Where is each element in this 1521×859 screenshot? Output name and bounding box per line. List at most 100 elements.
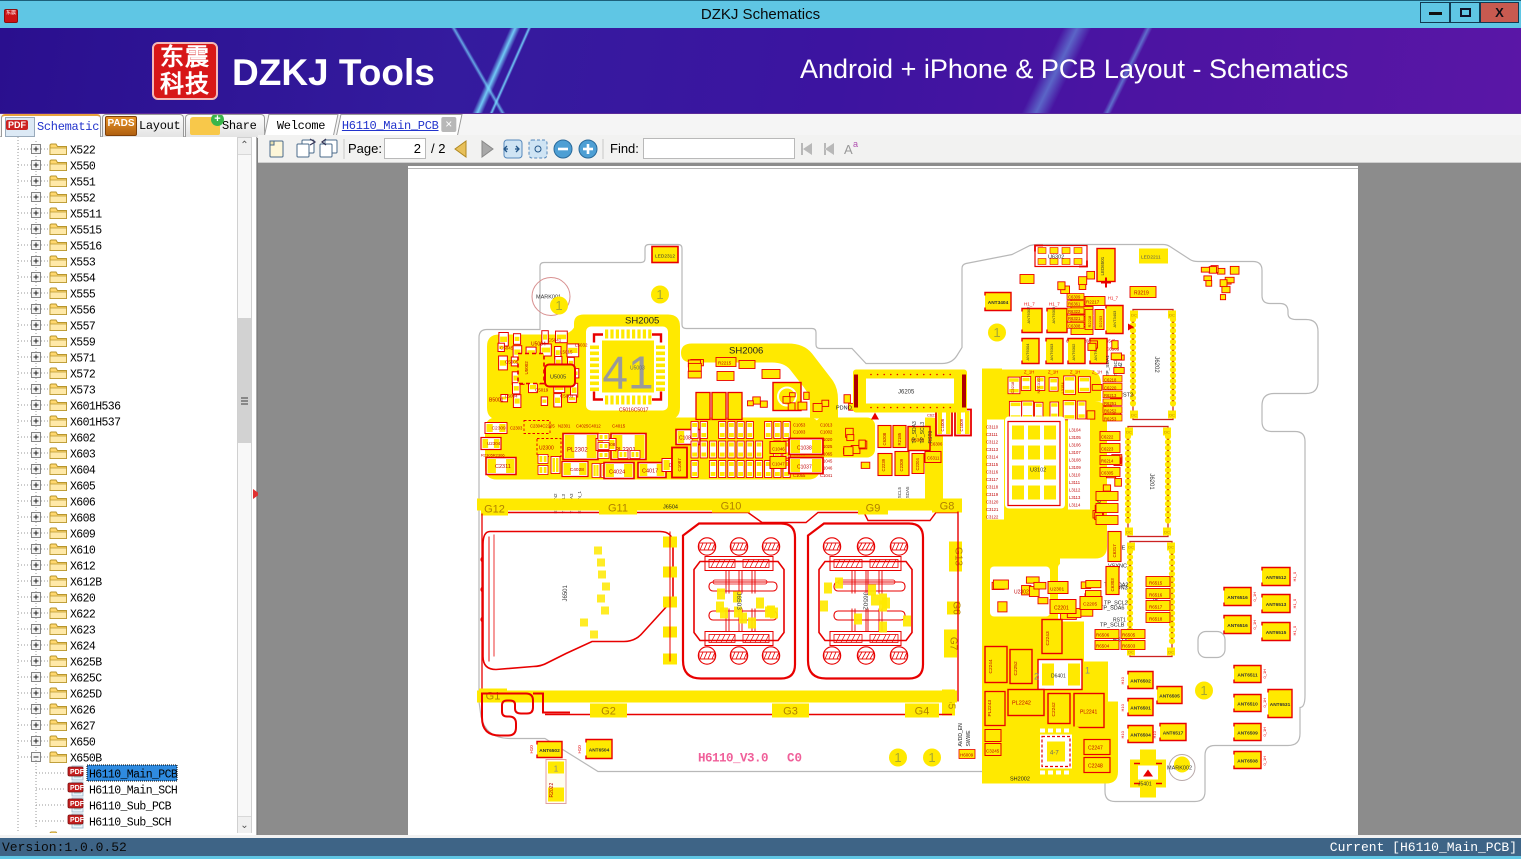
svg-text:C6317: C6317 (1112, 544, 1117, 558)
svg-text:C2309: C2309 (492, 425, 506, 431)
svg-text:C1047: C1047 (772, 462, 785, 467)
svg-text:ANT6511: ANT6511 (1237, 673, 1258, 679)
svg-text:PL2242: PL2242 (1012, 701, 1031, 707)
svg-text:H6110_Sub_SCH: H6110_Sub_SCH (89, 817, 171, 830)
svg-text:X550: X550 (70, 161, 96, 174)
svg-text:PDNO: PDNO (836, 406, 853, 412)
svg-text:X557: X557 (70, 321, 95, 334)
svg-text:ANT6516: ANT6516 (1227, 595, 1248, 601)
svg-text:C3121: C3121 (986, 507, 999, 512)
svg-text:C1038: C1038 (797, 446, 812, 452)
svg-text:G11: G11 (608, 503, 628, 515)
svg-text:Z_1H: Z_1H (1092, 370, 1102, 375)
svg-text:R6505: R6505 (1122, 633, 1136, 638)
svg-text:H6110_Sub_PCB: H6110_Sub_PCB (89, 801, 172, 814)
svg-text:C1053: C1053 (793, 423, 806, 428)
svg-text:C3218: C3218 (1010, 381, 1015, 394)
svg-text:DC: DC (1131, 413, 1137, 418)
svg-text:R6214: R6214 (1101, 459, 1114, 464)
svg-text:R6517: R6517 (1149, 605, 1163, 610)
svg-text:ANT6505: ANT6505 (1159, 694, 1180, 700)
svg-text:X624: X624 (70, 641, 96, 654)
svg-text:C3111: C3111 (986, 432, 998, 437)
svg-text:R6515: R6515 (1149, 581, 1163, 586)
svg-text:R2305R2306: R2305R2306 (481, 453, 505, 458)
svg-text:C5041: C5041 (548, 338, 562, 343)
svg-text:D2203: D2203 (1098, 315, 1103, 328)
svg-text:C5003: C5003 (560, 394, 574, 399)
svg-text:R3219: R3219 (1134, 291, 1149, 297)
svg-text:ANT6302: ANT6302 (1071, 343, 1076, 361)
svg-text:Z_1H: Z_1H (1070, 370, 1080, 375)
svg-text:C1003: C1003 (793, 430, 806, 435)
svg-text:SH2005: SH2005 (625, 316, 659, 327)
svg-text:X608: X608 (70, 513, 96, 526)
svg-text:X551: X551 (70, 177, 96, 190)
svg-text:X625B: X625B (70, 657, 102, 670)
svg-text:C2244: C2244 (988, 659, 994, 673)
svg-text:C4015: C4015 (612, 424, 626, 429)
svg-text:0_1H: 0_1H (1262, 727, 1267, 737)
svg-text:L3111: L3111 (1069, 480, 1081, 485)
svg-text:DC: DC (1168, 650, 1174, 655)
svg-text:C6303: C6303 (1110, 578, 1115, 592)
svg-text:H6009: H6009 (960, 753, 974, 758)
svg-text:X625C: X625C (70, 673, 102, 686)
svg-text:C6305: C6305 (1101, 471, 1114, 476)
svg-text:X603: X603 (70, 449, 96, 462)
svg-text:DC: DC (1164, 530, 1170, 535)
svg-text:U5002: U5002 (524, 361, 529, 375)
svg-text:X626: X626 (70, 705, 96, 718)
svg-text:G9: G9 (866, 503, 881, 515)
svg-text:J6202: J6202 (1153, 356, 1159, 373)
svg-text:A: A (844, 142, 853, 157)
svg-text:C6218: C6218 (1104, 378, 1117, 383)
svg-text:DC: DC (1169, 413, 1175, 418)
svg-text:J6504: J6504 (663, 505, 678, 511)
svg-text:PDF: PDF (70, 769, 85, 776)
svg-text:ANT6515: ANT6515 (1266, 630, 1287, 636)
svg-text:H1_7: H1_7 (1024, 302, 1035, 307)
svg-text:LED2312: LED2312 (655, 254, 675, 260)
svg-text:L3107: L3107 (1069, 450, 1081, 455)
svg-text:H1_0: H1_0 (1292, 625, 1297, 635)
svg-text:0_1H: 0_1H (1262, 669, 1267, 679)
svg-text:X5515: X5515 (70, 225, 102, 238)
svg-text:N2301: N2301 (558, 424, 571, 429)
svg-text:C6220: C6220 (1104, 385, 1117, 390)
svg-text:C3245: C3245 (986, 749, 1000, 754)
svg-text:G10: G10 (721, 501, 742, 513)
svg-text:C3112: C3112 (986, 440, 999, 445)
svg-text:X609: X609 (70, 529, 96, 542)
svg-text:X625D: X625D (70, 689, 102, 702)
svg-text:X605: X605 (70, 481, 96, 494)
svg-text:H10: H10 (1120, 730, 1125, 738)
svg-text:H10: H10 (1120, 676, 1125, 684)
svg-text:C6309: C6309 (1068, 295, 1081, 300)
svg-text:X604: X604 (70, 465, 96, 478)
svg-text:G6: G6 (951, 601, 962, 615)
svg-text:B5001: B5001 (489, 398, 504, 404)
svg-text:G12: G12 (484, 504, 505, 516)
svg-text:U6302: U6302 (1048, 255, 1064, 261)
svg-text:J6503: J6503 (735, 592, 742, 610)
svg-text:C3116: C3116 (986, 470, 999, 475)
svg-text:C2311: C2311 (495, 464, 511, 470)
svg-text:X5511: X5511 (70, 209, 102, 222)
svg-text:H10: H10 (529, 745, 534, 754)
svg-text:R2022: R2022 (549, 783, 555, 798)
svg-text:AVDD_EN: AVDD_EN (958, 723, 964, 747)
svg-text:L3105: L3105 (1069, 435, 1081, 440)
svg-text:X602: X602 (70, 433, 96, 446)
svg-text:X556: X556 (70, 305, 96, 318)
svg-text:C2243: C2243 (1045, 631, 1051, 645)
svg-text:C1006: C1006 (940, 418, 945, 431)
svg-text:U2300: U2300 (539, 446, 554, 452)
svg-text:H10: H10 (1120, 703, 1125, 711)
svg-text:PDF: PDF (70, 785, 85, 792)
svg-text:2: 2 (1034, 672, 1039, 682)
svg-text:ANT6502: ANT6502 (1130, 679, 1151, 685)
svg-text:C3118: C3118 (986, 485, 999, 490)
svg-text:R6251: R6251 (1104, 401, 1117, 406)
svg-text:PL2241: PL2241 (1080, 710, 1097, 716)
